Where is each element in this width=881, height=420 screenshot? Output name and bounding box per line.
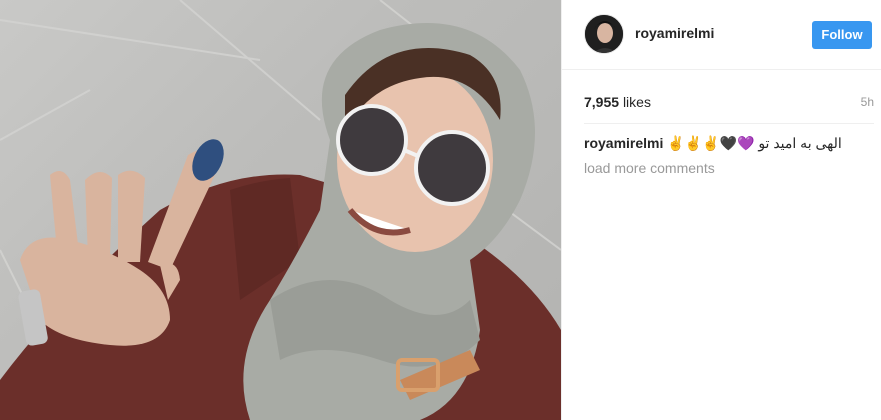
post-header: royamirelmi Follow [562,0,881,70]
caption-text: الهی به امید تو 💜🖤✌✌✌ [667,135,842,151]
post-card: royamirelmi Follow 7,955 likes 5h royami… [0,0,881,420]
post-timestamp[interactable]: 5h [861,95,874,109]
likes-word: likes [622,94,651,110]
post-photo[interactable] [0,0,561,420]
divider [584,123,874,124]
author-username[interactable]: royamirelmi [635,25,714,41]
load-more-comments-link[interactable]: load more comments [584,160,715,176]
caption: royamirelmi الهی به امید تو 💜🖤✌✌✌ [584,135,874,152]
avatar-image [585,15,623,53]
avatar[interactable] [584,14,624,54]
caption-username[interactable]: royamirelmi [584,135,663,151]
likes-number: 7,955 [584,94,620,110]
likes-count[interactable]: 7,955 likes [584,94,651,110]
post-side-panel: royamirelmi Follow 7,955 likes 5h royami… [561,0,881,420]
post-photo-illustration [0,0,561,420]
follow-button[interactable]: Follow [812,21,872,49]
likes-row: 7,955 likes 5h [584,94,874,114]
